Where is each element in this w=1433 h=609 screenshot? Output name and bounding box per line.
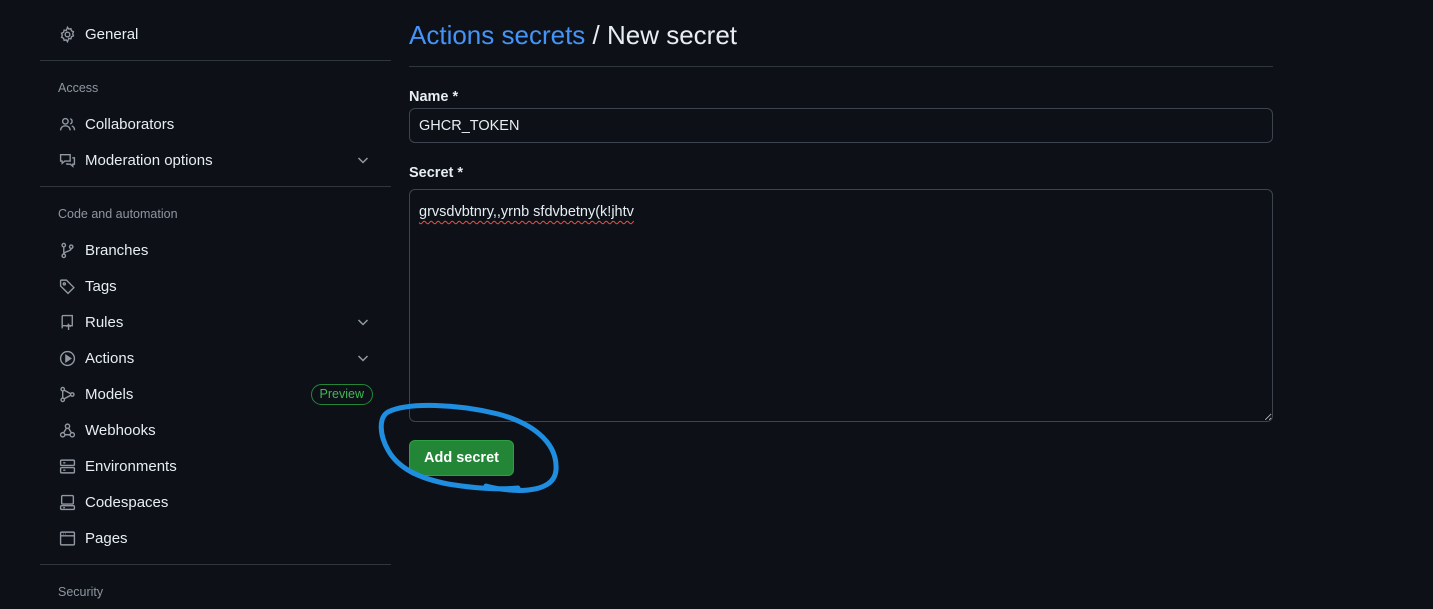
preview-badge: Preview (310, 384, 373, 405)
chevron-down-icon[interactable] (355, 152, 371, 168)
sidebar-item-label: Branches (85, 241, 149, 259)
sidebar-item-label: Webhooks (85, 421, 156, 439)
gear-icon (58, 25, 76, 43)
sidebar-divider (40, 60, 391, 61)
server-icon (58, 457, 76, 475)
settings-page: General Access Collaborators Moderation … (0, 0, 1433, 609)
sidebar-item-actions[interactable]: Actions (48, 342, 383, 374)
title-divider (409, 66, 1273, 67)
breadcrumb-current: New secret (606, 20, 738, 50)
webhook-icon (58, 421, 76, 439)
secret-textarea[interactable]: grvsdvbtnry,,yrnb sfdvbetny(k!jhtv (409, 189, 1273, 422)
breadcrumb-separator: / (585, 20, 607, 50)
sidebar-item-branches[interactable]: Branches (48, 234, 383, 266)
section-heading-security: Security (58, 585, 104, 599)
chevron-down-icon[interactable] (355, 314, 371, 330)
people-icon (58, 115, 76, 133)
sidebar-item-label: Models (85, 385, 134, 403)
section-heading-code-automation: Code and automation (58, 207, 178, 221)
chevron-down-icon[interactable] (355, 350, 371, 366)
git-branch-icon (58, 241, 76, 259)
tag-icon (58, 277, 76, 295)
breadcrumb-actions-secrets[interactable]: Actions secrets (409, 20, 585, 50)
sidebar-item-label: Rules (85, 313, 124, 331)
add-secret-button[interactable]: Add secret (409, 440, 514, 476)
repo-push-icon (58, 313, 76, 331)
sidebar-divider (40, 564, 391, 565)
sidebar-item-label: Moderation options (85, 151, 213, 169)
sidebar-item-label: Codespaces (85, 493, 169, 511)
sidebar-item-label: Tags (85, 277, 117, 295)
codespaces-icon (58, 493, 76, 511)
sidebar-item-models[interactable]: Models Preview (48, 378, 383, 410)
models-icon (58, 385, 76, 403)
sidebar-item-label: Environments (85, 457, 177, 475)
sidebar-item-codespaces[interactable]: Codespaces (48, 486, 383, 518)
sidebar-item-tags[interactable]: Tags (48, 270, 383, 302)
sidebar-item-general[interactable]: General (48, 18, 383, 50)
name-label: Name * (409, 89, 459, 105)
sidebar-item-environments[interactable]: Environments (48, 450, 383, 482)
sidebar-item-label: General (85, 25, 139, 43)
sidebar-item-rules[interactable]: Rules (48, 306, 383, 338)
sidebar-item-webhooks[interactable]: Webhooks (48, 414, 383, 446)
sidebar-divider (40, 186, 391, 187)
sidebar-item-pages[interactable]: Pages (48, 522, 383, 554)
sidebar-item-label: Actions (85, 349, 135, 367)
sidebar-item-label: Pages (85, 529, 128, 547)
sidebar-item-collaborators[interactable]: Collaborators (48, 108, 383, 140)
browser-icon (58, 529, 76, 547)
comment-discussion-icon (58, 151, 76, 169)
secret-label: Secret * (409, 165, 464, 181)
play-icon (58, 349, 76, 367)
page-title: Actions secrets / New secret (409, 20, 737, 51)
name-input[interactable] (409, 108, 1273, 143)
sidebar-item-label: Collaborators (85, 115, 175, 133)
section-heading-access: Access (58, 81, 99, 95)
sidebar-item-moderation-options[interactable]: Moderation options (48, 144, 383, 176)
